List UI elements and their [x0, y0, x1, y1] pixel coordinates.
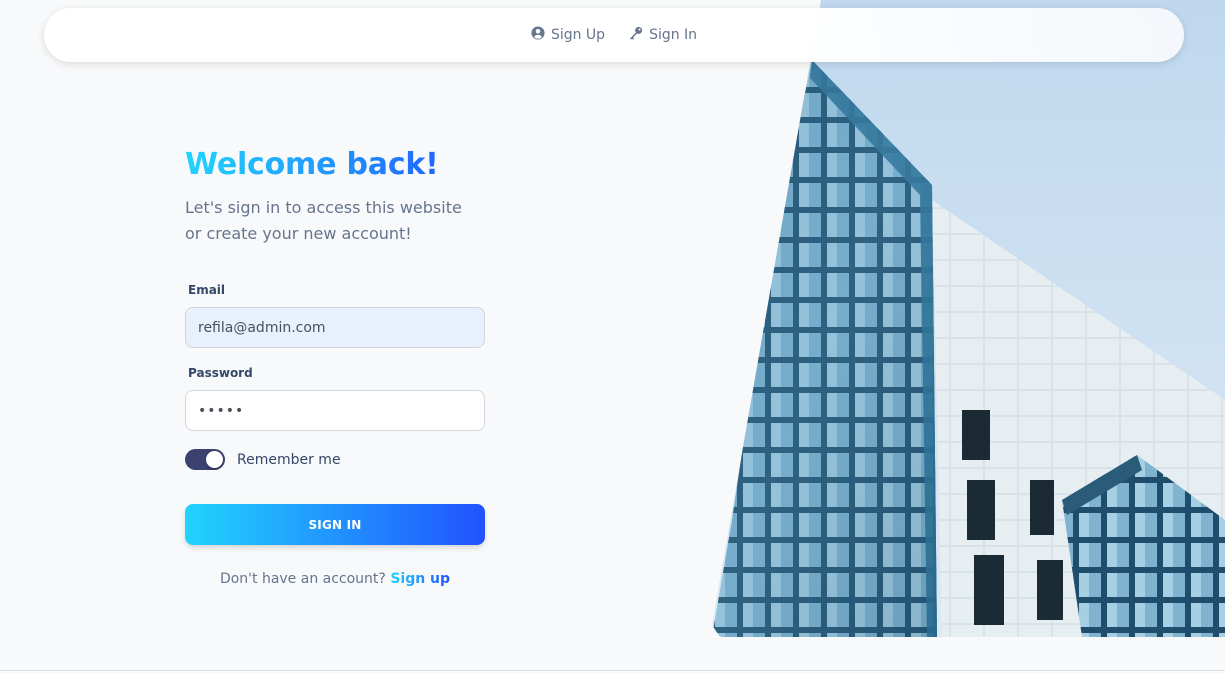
- password-label: Password: [188, 366, 253, 380]
- sign-up-link[interactable]: Sign up: [390, 571, 450, 587]
- no-account-text: Don't have an account?: [219, 571, 391, 587]
- user-circle-icon: [531, 26, 545, 44]
- page-subtitle: Let's sign in to access this website or …: [185, 198, 462, 243]
- sign-in-button[interactable]: SIGN IN: [185, 504, 485, 545]
- bottom-divider: [0, 670, 1225, 671]
- nav-sign-up-link[interactable]: Sign Up: [531, 26, 605, 44]
- nav-sign-up-label: Sign Up: [550, 27, 606, 43]
- remember-me-label: Remember me: [237, 451, 341, 468]
- page-title: Welcome back!: [185, 145, 485, 185]
- sign-in-page: Sign Up Sign In Welcome back! Let's sign…: [0, 0, 1225, 673]
- password-field[interactable]: [185, 390, 485, 431]
- remember-me-toggle[interactable]: [185, 449, 225, 470]
- building-photo: [712, 0, 1225, 637]
- email-field[interactable]: [185, 307, 485, 348]
- sign-in-form: Welcome back! Let's sign in to access th…: [185, 145, 485, 587]
- nav-sign-in-label: Sign In: [649, 27, 698, 43]
- nav-sign-in-link[interactable]: Sign In: [629, 26, 697, 44]
- email-label: Email: [188, 283, 226, 297]
- remember-me-row: Remember me: [185, 449, 485, 470]
- key-icon: [629, 26, 643, 44]
- no-account-note: Don't have an account? Sign up: [185, 571, 485, 587]
- toggle-knob: [206, 451, 223, 468]
- top-navbar: Sign Up Sign In: [44, 8, 1184, 62]
